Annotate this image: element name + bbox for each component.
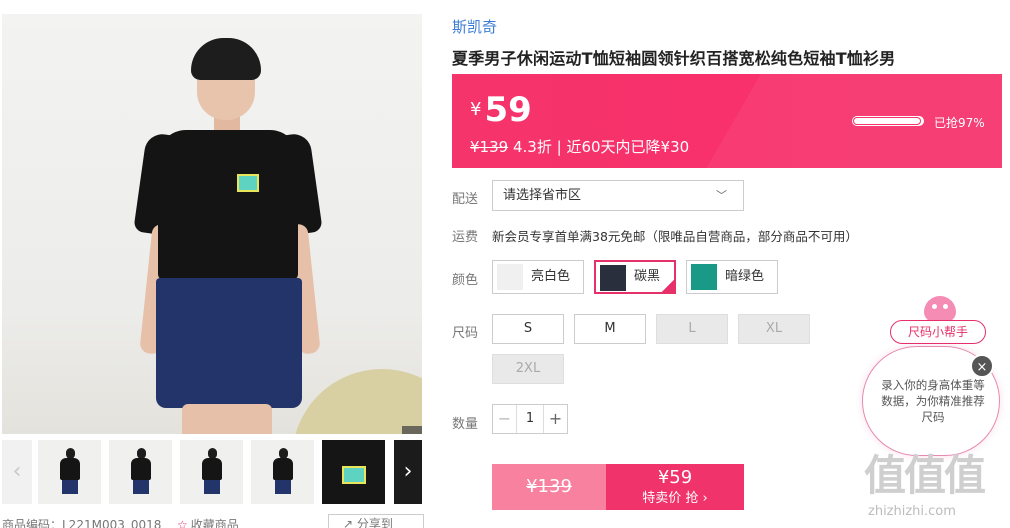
decrease-button[interactable]: − bbox=[493, 405, 517, 433]
sold-percentage: 已抢97% bbox=[934, 116, 985, 130]
product-meta-row: 商品编码：L221M003_0018 ☆ 收藏商品 ↗ 分享到 bbox=[2, 514, 424, 528]
price-drop-note: 近60天内已降¥30 bbox=[566, 138, 690, 156]
thumbnail[interactable] bbox=[180, 440, 243, 504]
mascot-icon[interactable] bbox=[920, 292, 960, 322]
chevron-right-icon[interactable]: › bbox=[394, 440, 422, 504]
color-option-label: 碳黑 bbox=[634, 269, 661, 284]
chevron-left-icon[interactable]: ‹ bbox=[2, 440, 32, 504]
color-option-black[interactable]: 碳黑 ✓ bbox=[594, 260, 676, 294]
watermark-logo: 值值值 bbox=[864, 451, 986, 500]
price-banner: ¥59 ¥139 4.3折 | 近60天内已降¥30 已抢97% bbox=[452, 74, 1002, 168]
sold-progress-bar bbox=[852, 116, 924, 126]
original-price: ¥139 bbox=[470, 138, 509, 156]
buy-cta-label: 特卖价 抢 › bbox=[642, 491, 708, 506]
size-option-s[interactable]: S bbox=[492, 314, 564, 344]
region-select-value: 请选择省市区 bbox=[503, 188, 582, 203]
star-icon: ☆ bbox=[177, 518, 188, 528]
selected-check-icon: ✓ bbox=[661, 275, 675, 293]
chest-logo bbox=[237, 174, 259, 192]
size-option-m[interactable]: M bbox=[574, 314, 646, 344]
thumbnail[interactable] bbox=[251, 440, 314, 504]
product-title: 夏季男子休闲运动T恤短袖圆领针织百搭宽松纯色短袖T恤衫男 bbox=[452, 49, 896, 68]
product-page: ⌕ ‹ › 商品编码：L221M003_0018 ☆收藏商品 ↗ 分享到 斯凯奇… bbox=[0, 0, 1010, 528]
share-label: 分享到 bbox=[356, 517, 393, 528]
buy-price: ¥59 bbox=[657, 467, 693, 488]
price-details: ¥139 4.3折 | 近60天内已降¥30 bbox=[470, 136, 689, 157]
separator: | bbox=[556, 138, 567, 156]
brand-link[interactable]: 斯凯奇 bbox=[452, 16, 497, 37]
color-option-label: 暗绿色 bbox=[725, 269, 765, 284]
current-price: ¥59 bbox=[470, 90, 532, 130]
buy-original-price: ¥139 bbox=[492, 464, 606, 510]
site-watermark: 值值值 zhizhizhi.com bbox=[858, 442, 1008, 528]
product-code: 商品编码：L221M003_0018 bbox=[2, 518, 162, 528]
discount-rate: 4.3折 bbox=[512, 138, 552, 156]
color-option-label: 亮白色 bbox=[531, 269, 571, 284]
magnifier-icon[interactable]: ⌕ bbox=[402, 426, 422, 434]
quantity-value[interactable]: 1 bbox=[517, 405, 543, 433]
favorite-button[interactable]: ☆ 收藏商品 bbox=[177, 516, 239, 528]
share-icon: ↗ bbox=[343, 517, 357, 528]
color-swatch bbox=[691, 264, 717, 290]
share-button[interactable]: ↗ 分享到 bbox=[328, 514, 424, 528]
favorite-label: 收藏商品 bbox=[190, 518, 239, 528]
model-figure bbox=[133, 34, 323, 434]
size-option-2xl: 2XL bbox=[492, 354, 564, 384]
color-label: 颜色 bbox=[452, 273, 479, 288]
color-swatch bbox=[497, 264, 523, 290]
main-product-image[interactable]: ⌕ bbox=[2, 14, 422, 434]
color-option-green[interactable]: 暗绿色 bbox=[686, 260, 778, 294]
size-option-l: L bbox=[656, 314, 728, 344]
increase-button[interactable]: + bbox=[543, 405, 567, 433]
currency-symbol: ¥ bbox=[470, 99, 482, 120]
watermark-url: zhizhizhi.com bbox=[868, 504, 956, 519]
region-select[interactable]: 请选择省市区 ﹀ bbox=[492, 180, 744, 211]
shipping-info: 新会员专享首单满38元免邮（限唯品自营商品，部分商品不可用） bbox=[492, 229, 858, 244]
quantity-stepper: − 1 + bbox=[492, 404, 568, 434]
chevron-down-icon: ﹀ bbox=[716, 189, 727, 202]
thumbnail[interactable] bbox=[109, 440, 172, 504]
current-price-value: 59 bbox=[484, 90, 532, 130]
thumbnail-strip: ‹ › bbox=[2, 440, 422, 504]
close-icon[interactable]: × bbox=[970, 354, 994, 378]
thumbnail[interactable] bbox=[38, 440, 101, 504]
buy-button[interactable]: ¥139 ¥59 特卖价 抢 › bbox=[492, 464, 744, 510]
size-option-xl: XL bbox=[738, 314, 810, 344]
size-label: 尺码 bbox=[452, 326, 479, 341]
color-option-white[interactable]: 亮白色 bbox=[492, 260, 584, 294]
quantity-label: 数量 bbox=[452, 417, 479, 432]
size-helper-text: 录入你的身高体重等数据，为你精准推荐尺码 bbox=[881, 378, 985, 424]
color-swatch bbox=[600, 265, 626, 291]
size-helper-button[interactable]: 尺码小帮手 bbox=[890, 320, 986, 344]
sold-progress-fill bbox=[853, 117, 921, 125]
delivery-label: 配送 bbox=[452, 192, 479, 207]
shipping-label: 运费 bbox=[452, 230, 479, 245]
buy-now-area[interactable]: ¥59 特卖价 抢 › bbox=[606, 464, 744, 510]
thumbnail[interactable] bbox=[322, 440, 385, 504]
